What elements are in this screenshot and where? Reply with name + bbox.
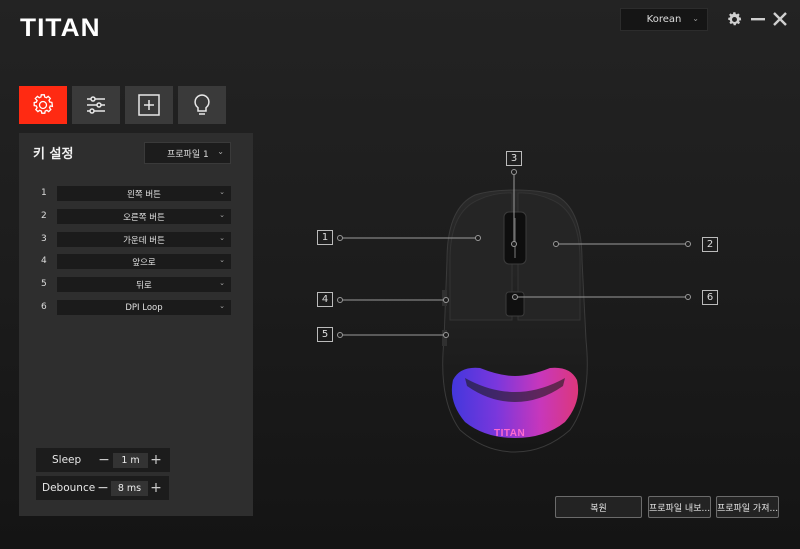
gear-icon bbox=[727, 11, 741, 25]
debounce-increment-button[interactable]: + bbox=[150, 480, 162, 496]
debounce-value: 8 ms bbox=[111, 480, 148, 496]
key-assignment-select[interactable]: 앞으로 ⌄ bbox=[57, 254, 231, 269]
callout-2: 2 bbox=[702, 237, 718, 252]
sliders-icon bbox=[87, 96, 105, 114]
language-select-value: Korean bbox=[646, 14, 682, 25]
tab-macro[interactable] bbox=[125, 86, 173, 124]
debounce-stepper: Debounce − 8 ms + bbox=[36, 476, 169, 500]
callout-4: 4 bbox=[317, 292, 333, 307]
chevron-down-icon: ⌄ bbox=[692, 14, 699, 23]
chevron-down-icon: ⌄ bbox=[219, 256, 225, 264]
panel-title: 키 설정 bbox=[33, 147, 74, 162]
minimize-icon bbox=[751, 18, 765, 21]
key-assignment-select[interactable]: DPI Loop ⌄ bbox=[57, 300, 231, 315]
main-tabs bbox=[19, 86, 226, 124]
profile-select-value: 프로파일 1 bbox=[167, 149, 209, 160]
import-profile-button[interactable]: 프로파일 가져... bbox=[716, 496, 779, 518]
gear-icon bbox=[33, 94, 54, 114]
language-select[interactable]: Korean ⌄ bbox=[620, 8, 708, 31]
chevron-down-icon: ⌄ bbox=[219, 279, 225, 287]
export-profile-button[interactable]: 프로파일 내보... bbox=[648, 496, 711, 518]
tab-lighting[interactable] bbox=[178, 86, 226, 124]
callout-3: 3 bbox=[506, 151, 522, 166]
debounce-label: Debounce bbox=[42, 482, 96, 494]
close-button[interactable] bbox=[770, 8, 790, 30]
key-row: 6 DPI Loop ⌄ bbox=[19, 300, 253, 315]
sleep-decrement-button[interactable]: − bbox=[98, 452, 110, 468]
tab-performance[interactable] bbox=[72, 86, 120, 124]
close-icon bbox=[773, 12, 787, 26]
profile-select[interactable]: 프로파일 1 ⌄ bbox=[144, 142, 231, 164]
callout-5: 5 bbox=[317, 327, 333, 342]
sleep-value: 1 m bbox=[113, 452, 148, 468]
key-assignment-value: 오른쪽 버튼 bbox=[123, 212, 165, 223]
titan-logo: TITAN bbox=[20, 14, 101, 42]
mouse-diagram: TITAN 1 2 3 4 6 5 bbox=[300, 140, 760, 480]
key-row: 1 왼쪽 버튼 ⌄ bbox=[19, 186, 253, 201]
minimize-button[interactable] bbox=[748, 8, 768, 30]
key-row: 5 뒤로 ⌄ bbox=[19, 277, 253, 292]
mouse-image bbox=[337, 169, 691, 453]
key-number: 1 bbox=[41, 188, 47, 198]
sleep-label: Sleep bbox=[52, 454, 82, 466]
tab-key-settings[interactable] bbox=[19, 86, 67, 124]
settings-gear-button[interactable] bbox=[724, 8, 744, 30]
callout-1: 1 bbox=[317, 230, 333, 245]
mouse-logo: TITAN bbox=[494, 428, 526, 439]
key-assignment-value: 뒤로 bbox=[136, 280, 152, 291]
key-row: 2 오른쪽 버튼 ⌄ bbox=[19, 209, 253, 224]
chevron-down-icon: ⌄ bbox=[219, 302, 225, 310]
sleep-increment-button[interactable]: + bbox=[150, 452, 162, 468]
restore-button[interactable]: 복원 bbox=[555, 496, 642, 518]
key-assignment-value: 앞으로 bbox=[132, 257, 156, 268]
key-number: 5 bbox=[41, 279, 47, 289]
sleep-stepper: Sleep − 1 m + bbox=[36, 448, 170, 472]
chevron-down-icon: ⌄ bbox=[219, 188, 225, 196]
key-assignment-value: 왼쪽 버튼 bbox=[127, 189, 161, 200]
chevron-down-icon: ⌄ bbox=[219, 234, 225, 242]
lightbulb-icon bbox=[194, 94, 210, 115]
key-assignment-value: 가운데 버튼 bbox=[123, 235, 165, 246]
key-row: 3 가운데 버튼 ⌄ bbox=[19, 232, 253, 247]
key-number: 3 bbox=[41, 234, 47, 244]
debounce-decrement-button[interactable]: − bbox=[97, 480, 109, 496]
key-row: 4 앞으로 ⌄ bbox=[19, 254, 253, 269]
key-assignment-value: DPI Loop bbox=[125, 302, 163, 313]
callout-6: 6 bbox=[702, 290, 718, 305]
chevron-down-icon: ⌄ bbox=[219, 211, 225, 219]
key-assignment-select[interactable]: 왼쪽 버튼 ⌄ bbox=[57, 186, 231, 201]
macro-add-icon bbox=[138, 94, 160, 116]
key-settings-panel: 키 설정 프로파일 1 ⌄ 1 왼쪽 버튼 ⌄ 2 오른쪽 버튼 ⌄ 3 가운데… bbox=[19, 133, 253, 516]
key-assignment-select[interactable]: 뒤로 ⌄ bbox=[57, 277, 231, 292]
key-number: 2 bbox=[41, 211, 47, 221]
key-assignment-select[interactable]: 가운데 버튼 ⌄ bbox=[57, 232, 231, 247]
key-number: 6 bbox=[41, 302, 47, 312]
key-assignment-select[interactable]: 오른쪽 버튼 ⌄ bbox=[57, 209, 231, 224]
key-number: 4 bbox=[41, 256, 47, 266]
chevron-down-icon: ⌄ bbox=[217, 147, 224, 156]
